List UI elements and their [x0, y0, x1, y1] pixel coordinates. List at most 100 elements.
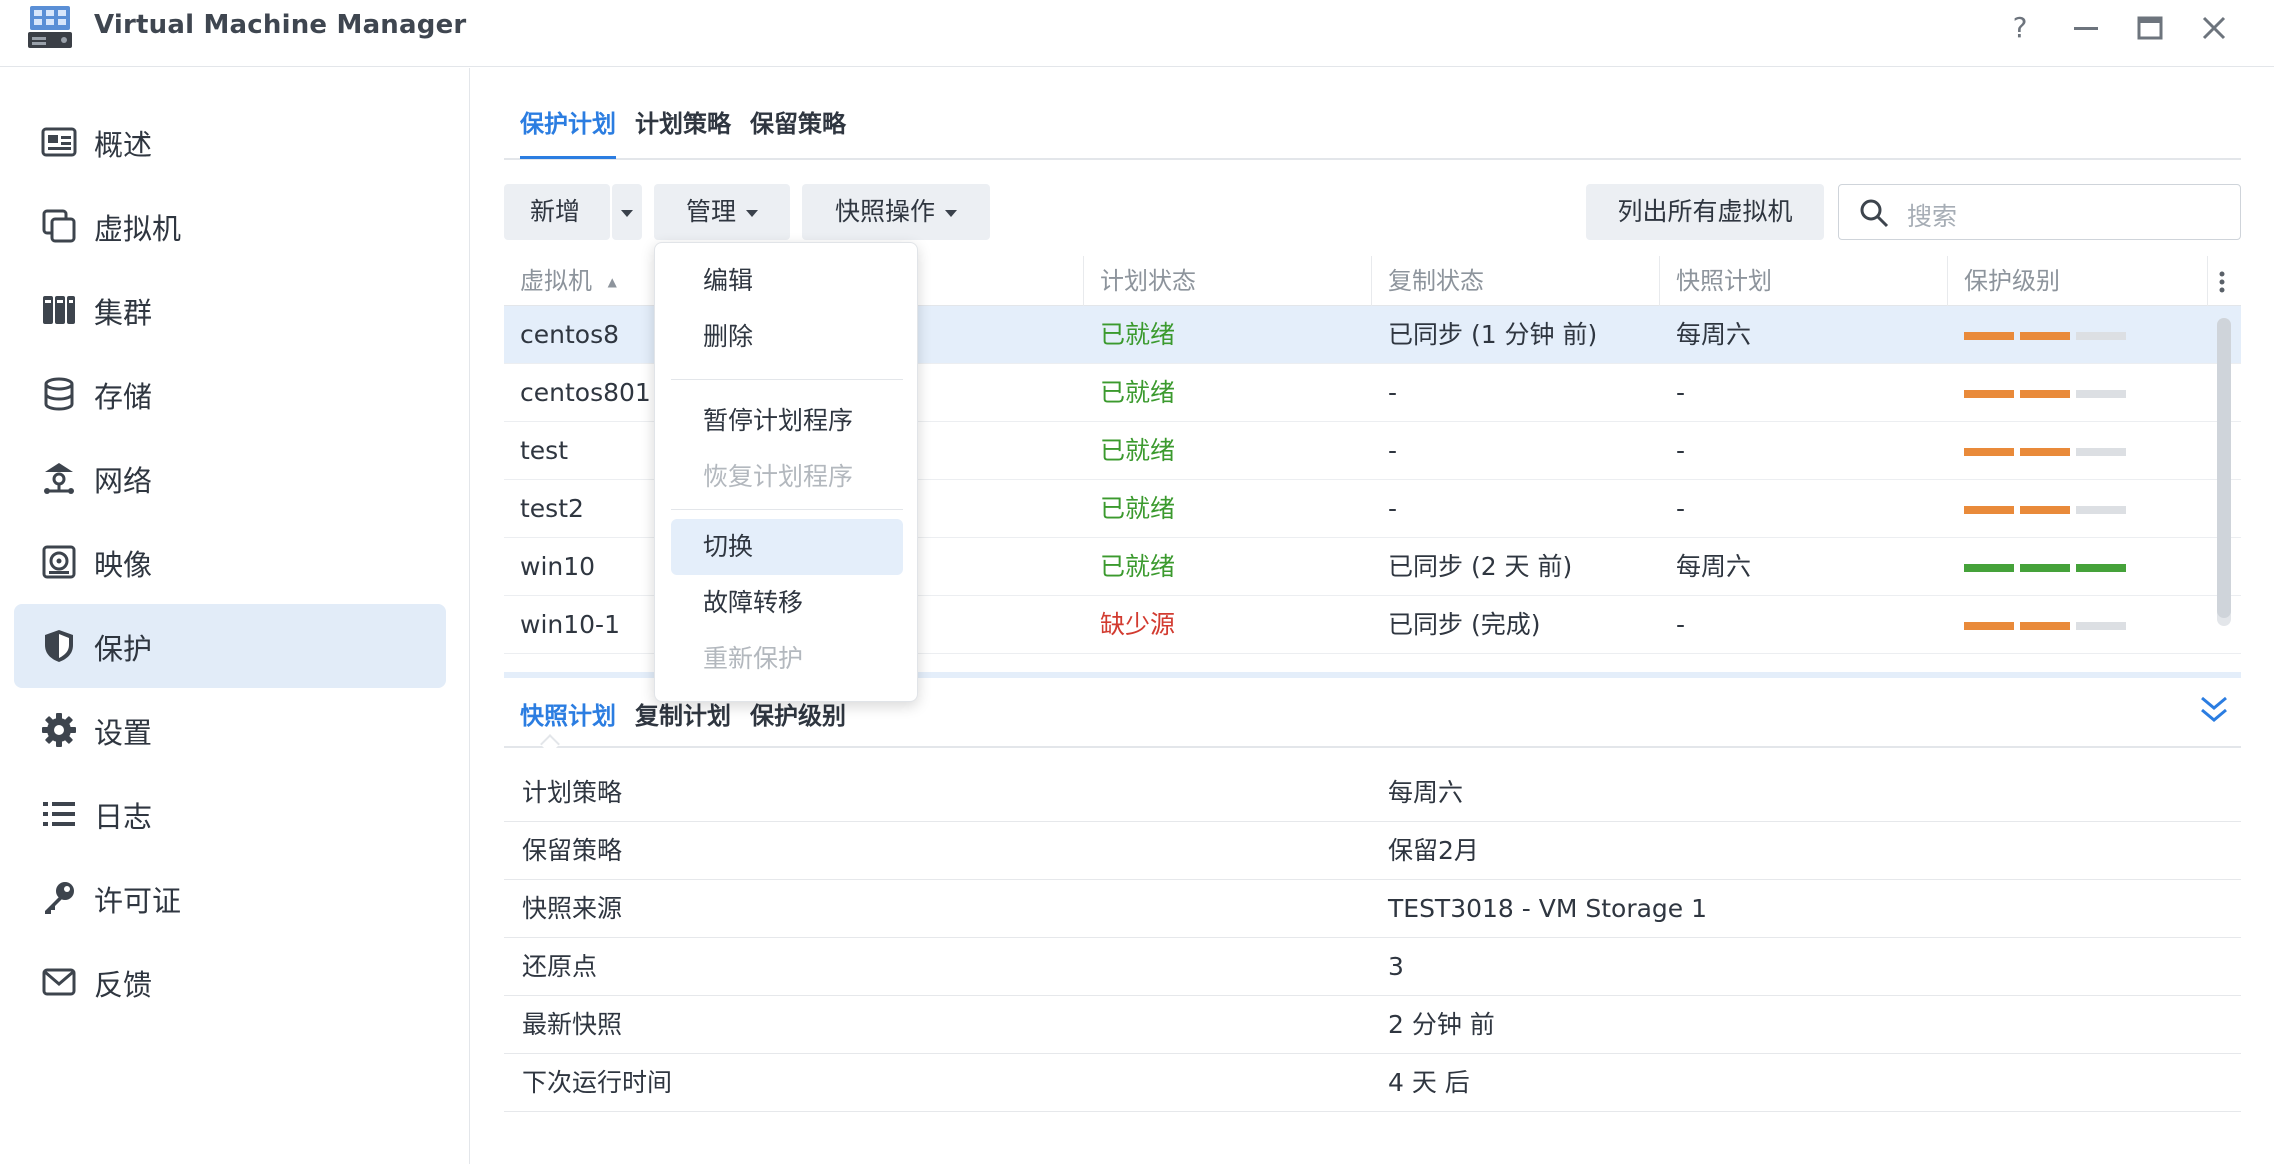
column-header-replication-status[interactable]: 复制状态	[1372, 256, 1660, 306]
replication-status-cell: -	[1388, 378, 1398, 407]
detail-value: TEST3018 - VM Storage 1	[1388, 894, 1708, 923]
menu-item-delete[interactable]: 删除	[671, 309, 903, 365]
help-button[interactable]: ?	[2000, 10, 2040, 46]
menu-item-pause-scheduler[interactable]: 暂停计划程序	[671, 393, 903, 449]
column-header-snapshot-plan[interactable]: 快照计划	[1660, 256, 1948, 306]
app-title: Virtual Machine Manager	[94, 10, 467, 40]
sidebar-item-virtual-machine[interactable]: 虚拟机	[14, 184, 446, 268]
caret-down-icon	[746, 209, 758, 217]
snapshot-action-label: 快照操作	[834, 197, 935, 226]
shield-icon	[45, 630, 73, 662]
replication-status-cell: -	[1388, 436, 1398, 465]
cluster-icon	[43, 296, 75, 324]
tab-snapshot-plan[interactable]: 快照计划	[520, 696, 616, 731]
replication-status-cell: 已同步 (完成)	[1388, 610, 1541, 639]
protection-level-segment	[2076, 506, 2126, 514]
close-button[interactable]	[2194, 10, 2234, 46]
sidebar-item-log[interactable]: 日志	[14, 772, 446, 856]
protection-level-segment	[1964, 332, 2014, 340]
menu-divider	[671, 509, 903, 510]
manage-dropdown-menu: 编辑 删除 暂停计划程序 恢复计划程序 切换 故障转移 重新保护	[654, 242, 918, 702]
list-all-vms-button[interactable]: 列出所有虚拟机	[1586, 184, 1824, 240]
sidebar-item-feedback[interactable]: 反馈	[14, 940, 446, 1024]
protection-level-segment	[2020, 564, 2070, 572]
top-tabs: 保护计划 计划策略 保留策略	[504, 68, 2241, 160]
title-bar: Virtual Machine Manager ?	[0, 0, 2274, 67]
more-vertical-icon	[2219, 271, 2225, 293]
manage-button[interactable]: 管理	[654, 184, 790, 240]
protection-level-segment	[2020, 622, 2070, 630]
mail-icon	[42, 968, 76, 996]
sidebar: 概述 虚拟机 集群 存储 网络 映像 保护 设置 日志 许可证 反馈	[0, 68, 470, 1164]
collapse-panel-icon[interactable]	[2196, 692, 2232, 728]
detail-value: 每周六	[1388, 778, 1464, 807]
menu-item-switchover[interactable]: 切换	[671, 519, 903, 575]
sidebar-item-label: 保护	[94, 632, 153, 666]
sort-ascending-icon: ▲	[607, 275, 617, 289]
tab-schedule-policy[interactable]: 计划策略	[635, 104, 731, 139]
sidebar-item-network[interactable]: 网络	[14, 436, 446, 520]
sidebar-item-license[interactable]: 许可证	[14, 856, 446, 940]
plan-status-cell: 已就绪	[1100, 320, 1176, 349]
key-icon	[45, 882, 74, 914]
detail-value: 2 分钟 前	[1388, 1010, 1495, 1039]
menu-item-edit[interactable]: 编辑	[671, 253, 903, 309]
menu-item-failover[interactable]: 故障转移	[671, 575, 903, 631]
add-dropdown-button[interactable]	[612, 184, 642, 240]
tab-retention-policy[interactable]: 保留策略	[750, 104, 846, 139]
search-input[interactable]: 搜索	[1838, 184, 2241, 240]
sidebar-item-settings[interactable]: 设置	[14, 688, 446, 772]
protection-level-segment	[1964, 564, 2014, 572]
snapshot-plan-cell: -	[1676, 378, 1686, 407]
protection-level-indicator	[1964, 390, 2134, 398]
sidebar-item-label: 虚拟机	[94, 212, 182, 246]
maximize-button[interactable]	[2130, 10, 2170, 46]
snapshot-plan-cell: -	[1676, 436, 1686, 465]
storage-database-icon	[44, 377, 74, 411]
plan-status-cell: 已就绪	[1100, 436, 1176, 465]
detail-label: 计划策略	[522, 778, 623, 807]
protection-level-segment	[1964, 448, 2014, 456]
column-options-button[interactable]	[2208, 256, 2241, 306]
maximize-icon	[2137, 16, 2163, 40]
network-icon	[44, 463, 74, 494]
tab-protection-plan[interactable]: 保护计划	[520, 104, 616, 139]
active-tab-indicator	[520, 156, 616, 159]
plan-status-cell: 已就绪	[1100, 552, 1176, 581]
replication-status-cell: 已同步 (1 分钟 前)	[1388, 320, 1598, 349]
protection-level-segment	[2020, 332, 2070, 340]
detail-row: 保留策略 保留2月	[504, 822, 2241, 880]
sidebar-item-image[interactable]: 映像	[14, 520, 446, 604]
add-button[interactable]: 新增	[504, 184, 610, 240]
sidebar-item-label: 日志	[94, 800, 153, 834]
snapshot-action-button[interactable]: 快照操作	[802, 184, 990, 240]
menu-item-reprotect: 重新保护	[703, 644, 804, 673]
search-placeholder: 搜索	[1907, 202, 1958, 231]
protection-level-segment	[2076, 622, 2126, 630]
sidebar-item-protection[interactable]: 保护	[14, 604, 446, 688]
column-header-protection-level[interactable]: 保护级别	[1948, 256, 2208, 306]
detail-row: 快照来源 TEST3018 - VM Storage 1	[504, 880, 2241, 938]
app-logo-icon	[28, 6, 72, 48]
detail-row: 下次运行时间 4 天 后	[504, 1054, 2241, 1112]
list-log-icon	[43, 802, 75, 826]
protection-level-segment	[2020, 448, 2070, 456]
sidebar-item-overview[interactable]: 概述	[14, 100, 446, 184]
plan-status-cell: 缺少源	[1100, 610, 1176, 639]
minimize-button[interactable]	[2066, 10, 2106, 46]
detail-label: 最新快照	[522, 1010, 623, 1039]
sidebar-item-storage[interactable]: 存储	[14, 352, 446, 436]
detail-row: 计划策略 每周六	[504, 764, 2241, 822]
search-icon	[1860, 199, 1889, 228]
table-scrollbar-thumb[interactable]	[2217, 318, 2231, 618]
detail-row: 还原点 3	[504, 938, 2241, 996]
column-header-plan-status[interactable]: 计划状态	[1084, 256, 1372, 306]
protection-level-segment	[2076, 564, 2126, 572]
protection-level-segment	[2020, 390, 2070, 398]
snapshot-plan-cell: 每周六	[1676, 552, 1752, 581]
protection-level-indicator	[1964, 506, 2134, 514]
protection-level-segment	[1964, 506, 2014, 514]
gear-icon	[42, 713, 76, 747]
snapshot-plan-cell: -	[1676, 610, 1686, 639]
sidebar-item-cluster[interactable]: 集群	[14, 268, 446, 352]
